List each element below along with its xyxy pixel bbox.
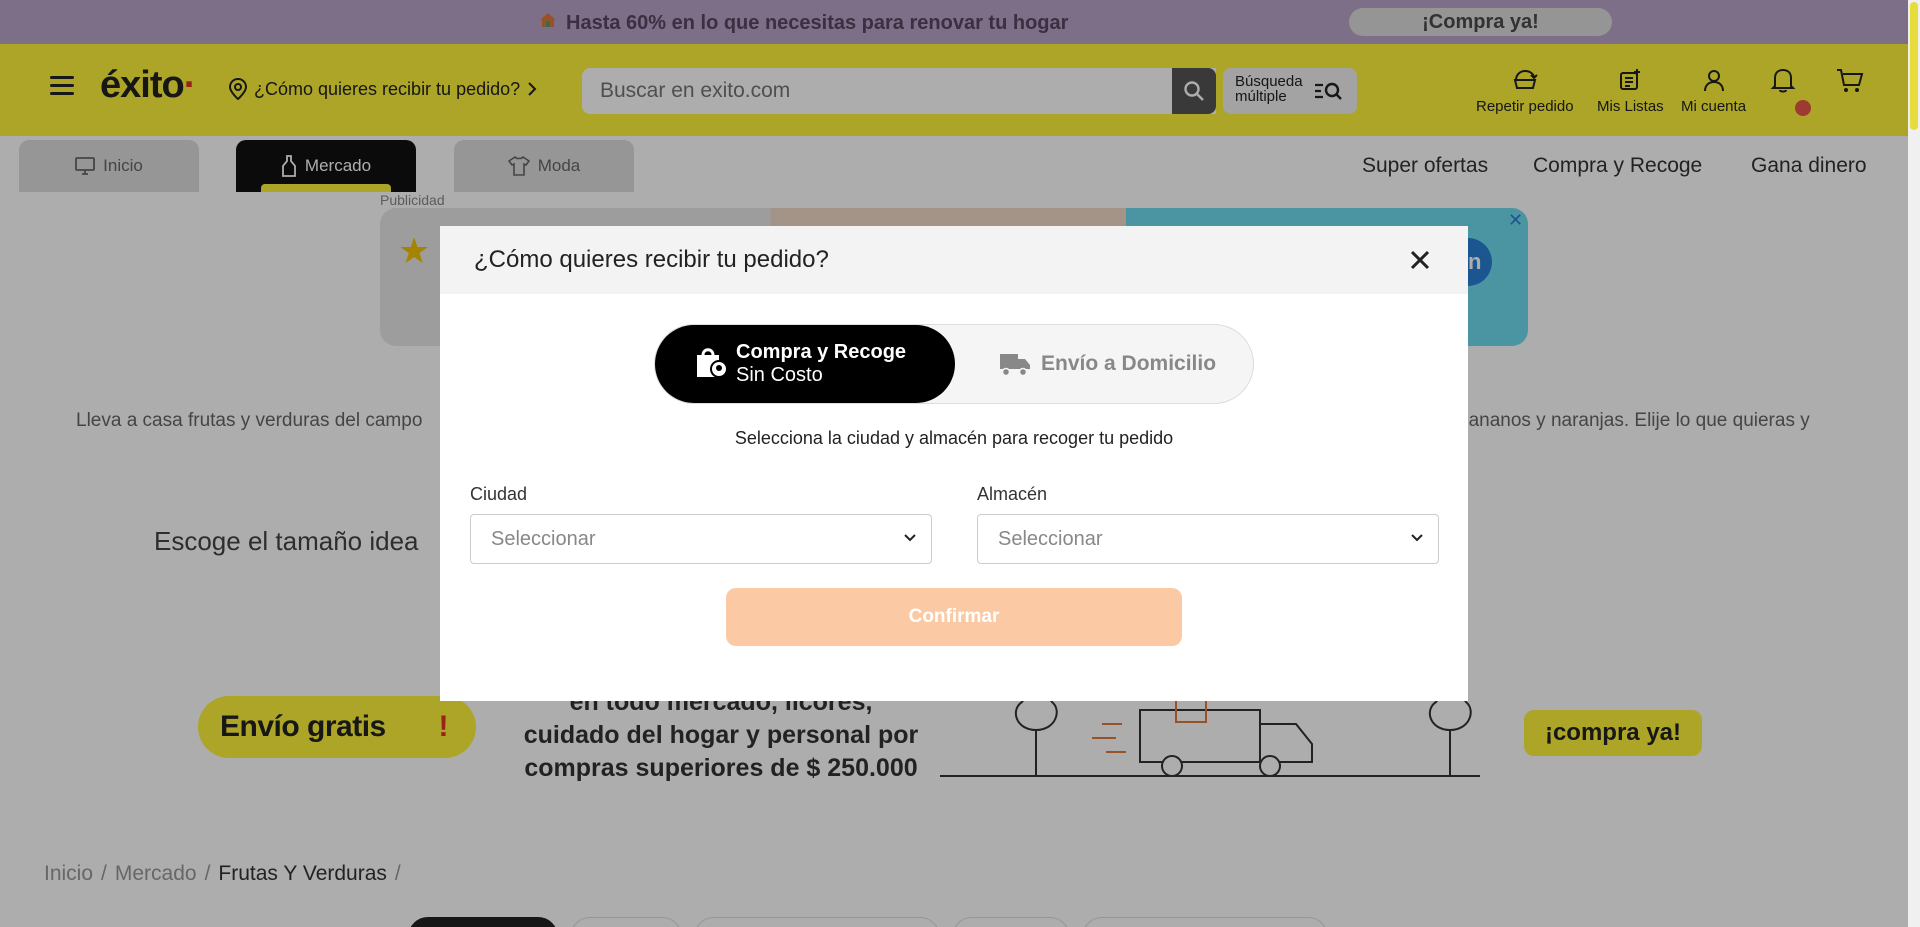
modal-header: ¿Cómo quieres recibir tu pedido? [440,226,1468,294]
store-select-value: Seleccionar [998,528,1103,550]
confirm-button[interactable]: Confirmar [726,588,1182,646]
city-select-value: Seleccionar [491,528,596,550]
delivery-method-toggle: Compra y Recoge Sin Costo Envío a Domici… [654,324,1254,404]
chevron-down-icon [904,534,916,542]
store-pickup-icon [697,348,728,378]
chevron-down-icon [1411,534,1423,542]
option-delivery-label: Envío a Domicilio [1041,352,1217,375]
scrollbar-thumb[interactable] [1910,2,1918,130]
close-icon[interactable] [1406,246,1434,274]
option-pickup-subtitle: Sin Costo [736,364,823,386]
city-label: Ciudad [470,484,528,504]
city-select[interactable]: Seleccionar [470,514,932,564]
scrollbar[interactable] [1908,0,1920,927]
store-label: Almacén [977,484,1048,504]
store-select[interactable]: Seleccionar [977,514,1439,564]
modal-instructions: Selecciona la ciudad y almacén para reco… [734,428,1174,448]
option-pickup[interactable]: Compra y Recoge Sin Costo [655,325,955,403]
truck-icon [1000,354,1030,377]
modal-title: ¿Cómo quieres recibir tu pedido? [474,246,829,273]
option-delivery[interactable]: Envío a Domicilio [955,325,1255,403]
delivery-method-modal: ¿Cómo quieres recibir tu pedido? Compra … [440,226,1468,701]
option-pickup-title: Compra y Recoge [736,341,907,363]
